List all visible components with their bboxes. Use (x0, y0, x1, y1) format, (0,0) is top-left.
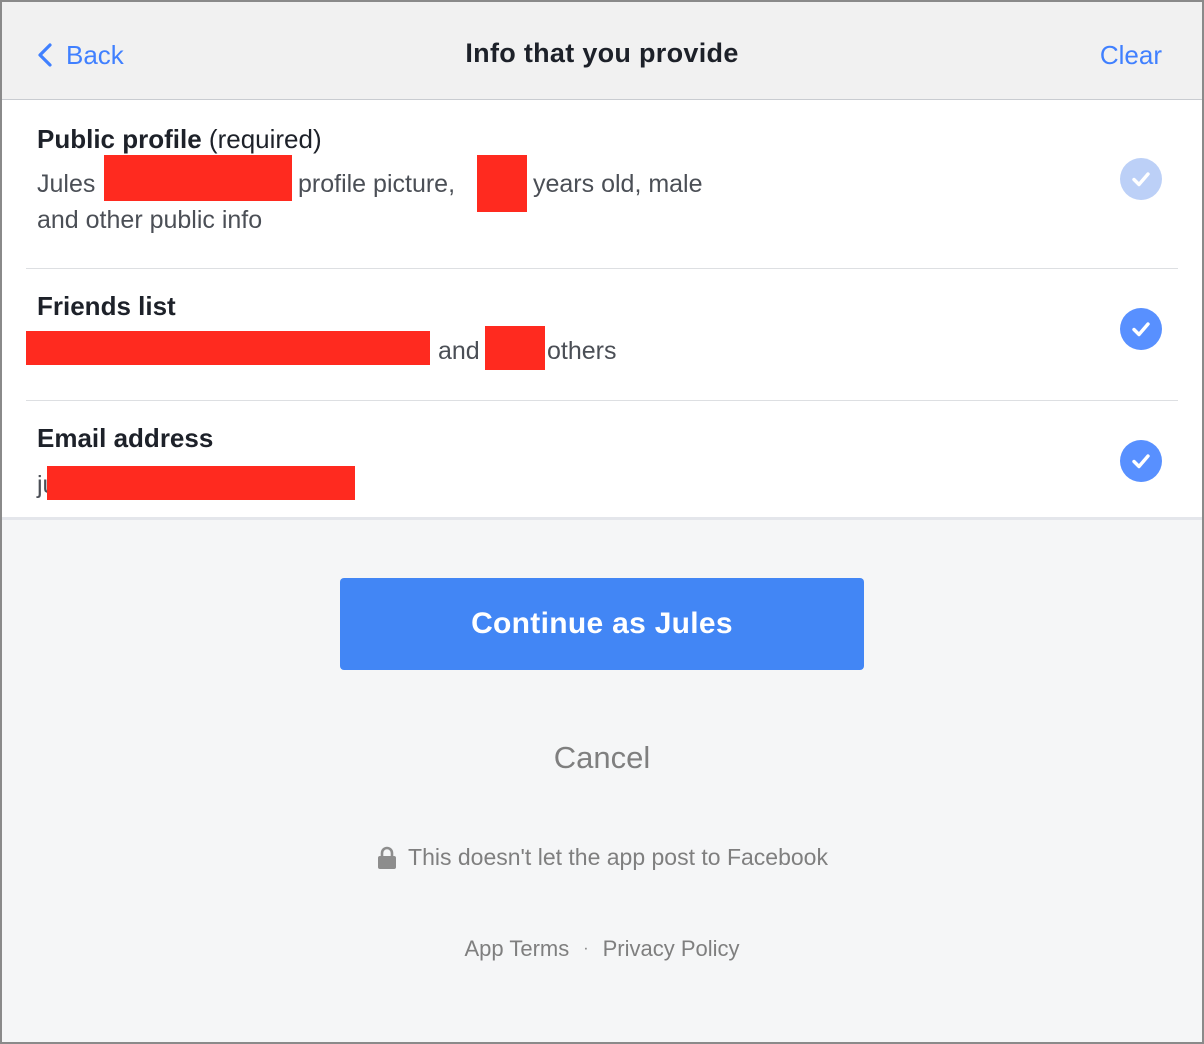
checkmark-icon (1132, 322, 1150, 337)
permission-title: Email address (37, 423, 214, 453)
permission-title-text: Public profile (37, 124, 202, 154)
cancel-button[interactable]: Cancel (2, 740, 1202, 776)
permission-title: Friends list (37, 291, 176, 321)
permission-list: Public profile (required) Jules profile … (2, 100, 1202, 520)
clear-button[interactable]: Clear (1100, 40, 1162, 71)
redaction-block (104, 155, 292, 201)
profile-age-gender-text: years old, male (533, 170, 703, 198)
redaction-block (26, 331, 430, 365)
redaction-block (477, 155, 527, 212)
redaction-block (485, 326, 545, 370)
dialog-title: Info that you provide (465, 38, 739, 68)
permission-friends-list: Friends list and others (2, 269, 1202, 399)
profile-name-text: Jules (37, 170, 96, 198)
privacy-policy-link[interactable]: Privacy Policy (603, 936, 740, 962)
login-dialog: Back Info that you provide Clear Public … (0, 0, 1204, 1044)
app-terms-link[interactable]: App Terms (465, 936, 570, 962)
friends-list-checkbox[interactable] (1120, 308, 1162, 350)
continue-button[interactable]: Continue as Jules (340, 578, 864, 670)
email-address-checkbox[interactable] (1120, 440, 1162, 482)
footer-links: App Terms · Privacy Policy (2, 936, 1202, 962)
public-profile-checkbox[interactable] (1120, 158, 1162, 200)
dialog-header: Back Info that you provide Clear (2, 2, 1202, 100)
checkmark-icon (1132, 172, 1150, 187)
lock-icon (378, 846, 397, 869)
profile-picture-text: profile picture, (298, 170, 456, 198)
friends-others-text: others (547, 337, 617, 365)
redaction-block (47, 466, 355, 500)
permission-required-label: (required) (208, 124, 322, 154)
permission-title: Public profile (required) (37, 124, 322, 155)
checkmark-icon (1132, 454, 1150, 469)
notice-text: This doesn't let the app post to Faceboo… (408, 844, 828, 870)
footer-separator: · (583, 940, 589, 957)
permission-public-profile: Public profile (required) Jules profile … (2, 100, 1202, 268)
friends-and-text: and (438, 337, 480, 365)
profile-other-info-text: and other public info (37, 206, 263, 234)
post-permission-notice: This doesn't let the app post to Faceboo… (2, 844, 1202, 871)
permission-email-address: Email address ju (2, 401, 1202, 518)
